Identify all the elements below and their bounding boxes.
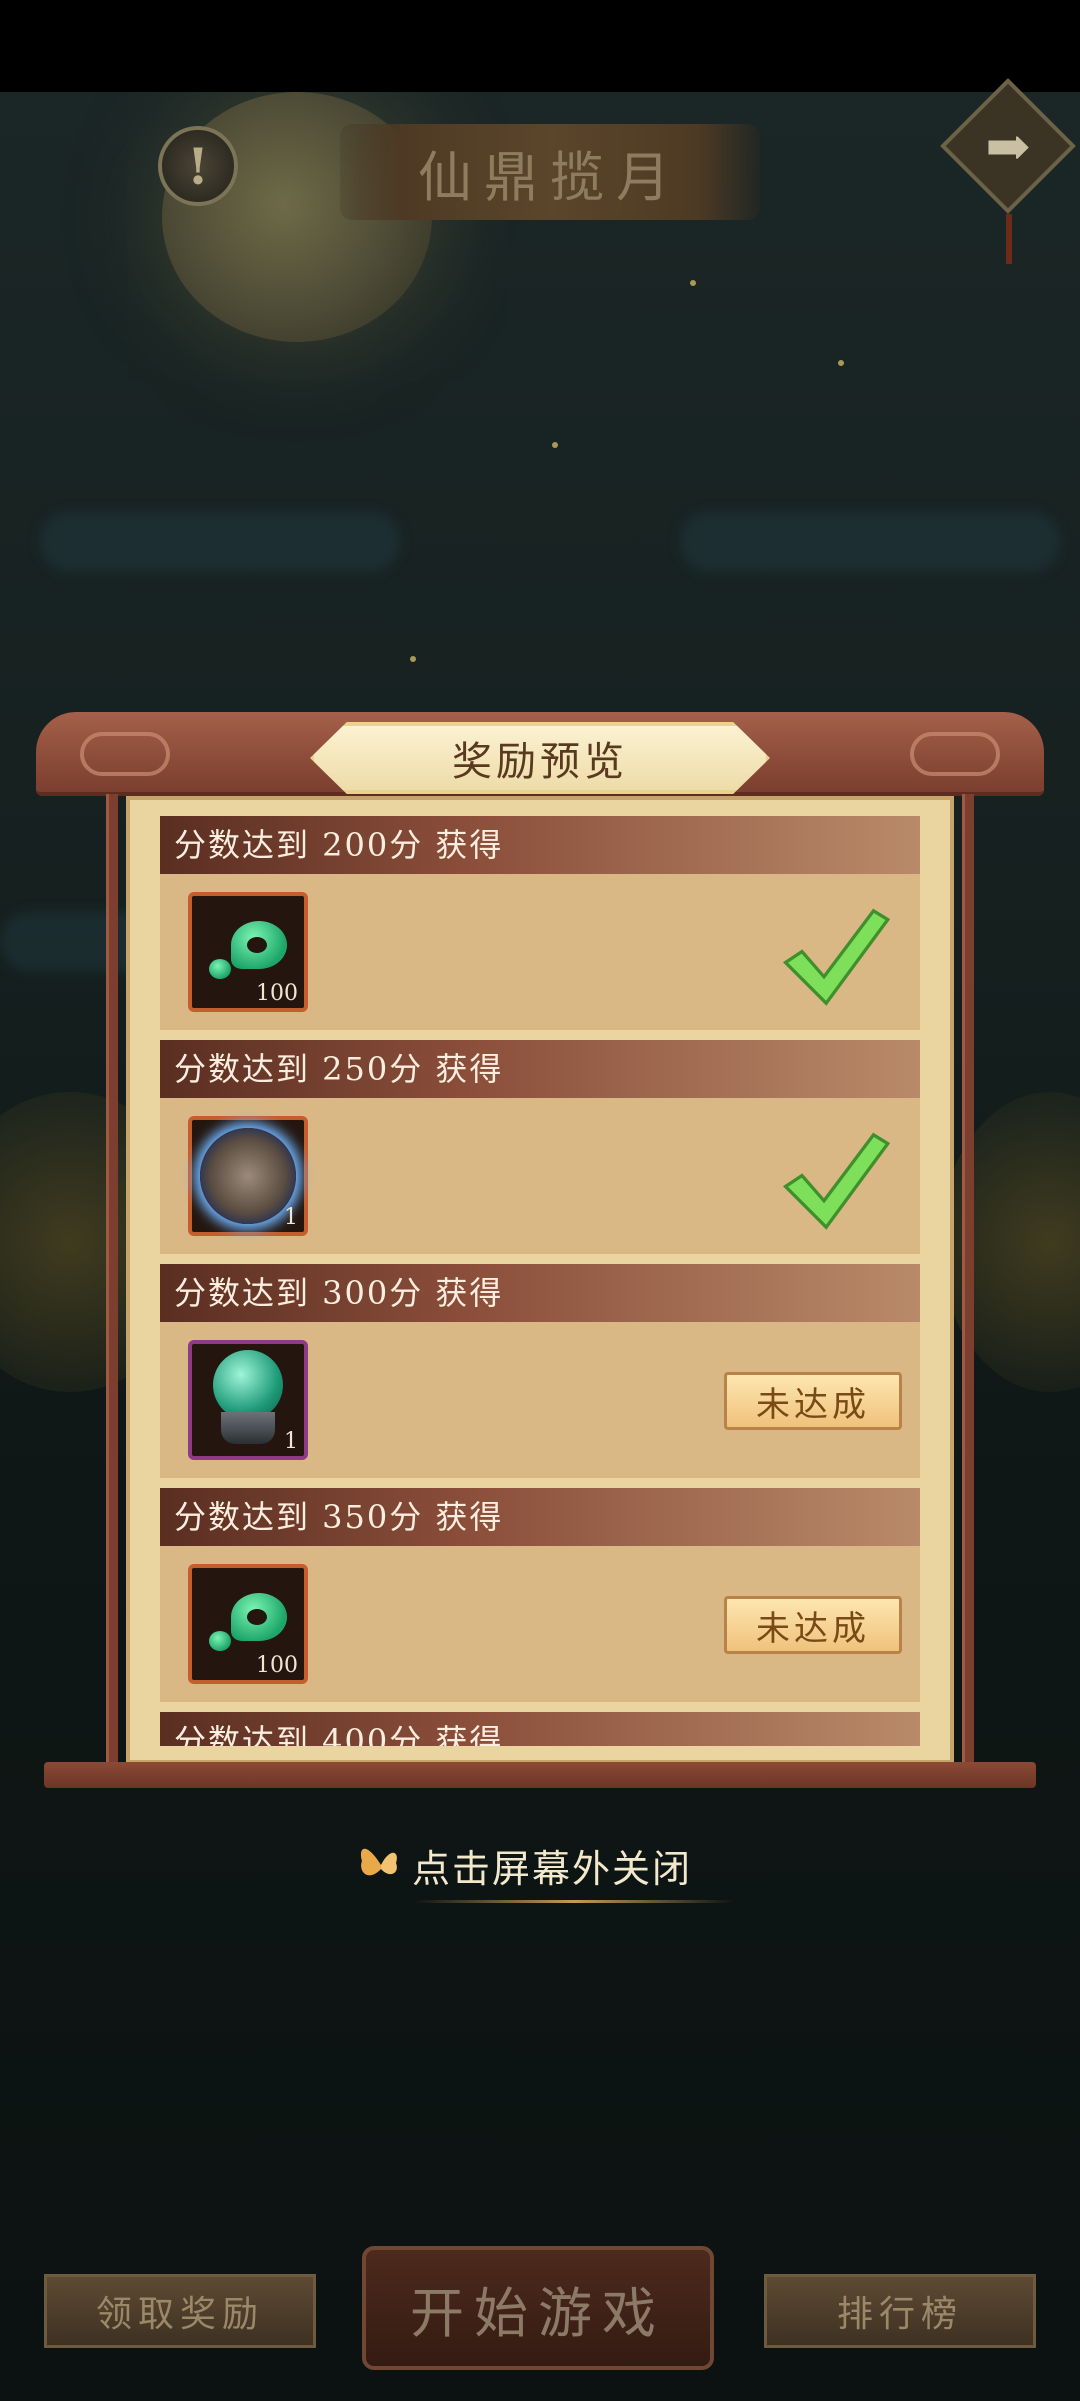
item-count: 1 [284, 1429, 298, 1454]
info-icon: ! [187, 136, 209, 196]
close-hint: 点击屏幕外关闭 [356, 1830, 736, 1900]
swirl-decoration [910, 732, 1000, 776]
jade-icon [203, 917, 293, 987]
item-count: 1 [284, 1205, 298, 1230]
reward-row: 分数达到 200分 获得 100 [160, 816, 920, 1030]
reward-row: 分数达到 300分 获得 1 未达成 [160, 1264, 920, 1478]
item-count: 100 [256, 1653, 298, 1678]
jade-orb-icon [203, 1350, 293, 1450]
cloud-decoration [40, 512, 400, 572]
tree-glow-decoration [940, 1092, 1080, 1392]
reward-threshold: 分数达到 250分 获得 [160, 1040, 920, 1098]
star-decoration [690, 280, 696, 286]
arrow-right-icon: ➡ [985, 114, 1031, 178]
start-game-button[interactable]: 开始游戏 [362, 2246, 714, 2370]
tassel-decoration [1006, 214, 1012, 264]
cloud-decoration [680, 512, 1060, 572]
panel-pillar-left [106, 794, 118, 1764]
page-title: 仙鼎揽月 [340, 124, 760, 220]
leaderboard-button[interactable]: 排行榜 [764, 2274, 1036, 2348]
item-count: 100 [256, 981, 298, 1006]
medal-icon [200, 1128, 296, 1224]
star-decoration [838, 360, 844, 366]
checkmark-icon [782, 908, 890, 1006]
star-decoration [410, 656, 416, 662]
star-decoration [552, 442, 558, 448]
not-achieved-button[interactable]: 未达成 [724, 1596, 902, 1654]
butterfly-icon [360, 1848, 397, 1876]
checkmark-icon [782, 1132, 890, 1230]
close-hint-text: 点击屏幕外关闭 [412, 1846, 693, 1891]
not-achieved-button[interactable]: 未达成 [724, 1372, 902, 1430]
reward-threshold: 分数达到 400分 获得 [160, 1712, 920, 1746]
claim-reward-button[interactable]: 领取奖励 [44, 2274, 316, 2348]
reward-list[interactable]: 分数达到 200分 获得 100 分数达到 250分 获得 1 分数达到 300… [160, 816, 920, 1746]
panel-pillar-right [962, 794, 974, 1764]
info-button[interactable]: ! [158, 126, 238, 206]
swirl-decoration [80, 732, 170, 776]
divider [414, 1900, 734, 1903]
reward-item-slot[interactable]: 1 [188, 1340, 308, 1460]
panel-base [44, 1762, 1036, 1788]
reward-item-slot[interactable]: 100 [188, 892, 308, 1012]
reward-item-slot[interactable]: 1 [188, 1116, 308, 1236]
reward-threshold: 分数达到 200分 获得 [160, 816, 920, 874]
reward-threshold: 分数达到 350分 获得 [160, 1488, 920, 1546]
reward-threshold: 分数达到 300分 获得 [160, 1264, 920, 1322]
jade-icon [203, 1589, 293, 1659]
reward-item-slot[interactable]: 100 [188, 1564, 308, 1684]
reward-row: 分数达到 250分 获得 1 [160, 1040, 920, 1254]
reward-row: 分数达到 400分 获得 [160, 1712, 920, 1746]
reward-row: 分数达到 350分 获得 100 未达成 [160, 1488, 920, 1702]
status-bar [0, 0, 1080, 92]
panel-title: 奖励预览 [310, 722, 770, 794]
